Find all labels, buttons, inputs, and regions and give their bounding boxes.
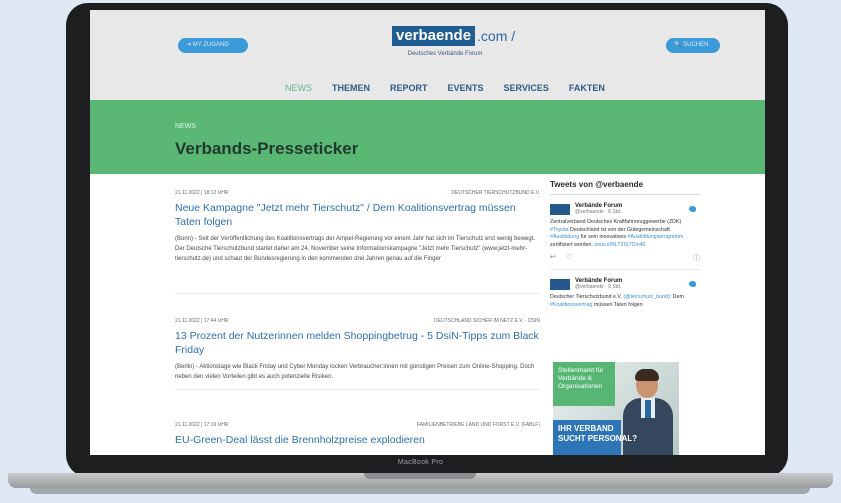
browser-screen: ⇥ MY ZUGANG verbaende .com / Deutsches V… — [90, 10, 765, 455]
tweet-hashtag-link[interactable]: #Toyota — [550, 227, 569, 233]
site-header: ⇥ MY ZUGANG verbaende .com / Deutsches V… — [90, 10, 765, 100]
tweet-text-part: Deutscher Tierschutzbund e.V. — [550, 294, 624, 301]
tweet[interactable]: Verbände Forum @verbaende · 8 Std. Zentr… — [550, 203, 700, 271]
device-model-label: MacBook Pro — [397, 459, 444, 466]
twitter-widget: Tweets von @verbaende Verbände Forum @ve… — [550, 180, 700, 386]
article-meta: 21.11.2022 | 17:44 UHR DEUTSCHLAND SICHE… — [175, 318, 540, 324]
nav-item-fakten[interactable]: FAKTEN — [569, 83, 605, 93]
ad-callout: IHR VERBAND SUCHT PERSONAL? — [558, 424, 637, 444]
ad-headline: Stellenmarkt für Verbände & Organisation… — [558, 367, 604, 390]
page-title: Verbands-Presseticker — [175, 139, 359, 158]
tweet-text-part: Dem — [671, 294, 684, 301]
logo-tld: .com / — [477, 28, 516, 44]
avatar[interactable] — [550, 278, 570, 290]
like-icon[interactable]: ♡ — [566, 253, 572, 263]
article-title[interactable]: EU-Green-Deal lässt die Brennholzpreise … — [175, 433, 540, 447]
tweet-header: Verbände Forum @verbaende · 9 Std. — [550, 278, 700, 290]
reply-icon[interactable]: ↩ — [550, 253, 556, 263]
article-source: DEUTSCHER TIERSCHUTZBUND E.V. — [451, 190, 540, 196]
article-source: DEUTSCHLAND SICHER IM NETZ E.V. - DSIN — [434, 318, 540, 324]
job-market-ad[interactable]: Stellenmarkt für Verbände & Organisation… — [553, 362, 679, 455]
logo-wordmark: verbaende — [392, 26, 476, 46]
article-card: 21.11.2022 | 17:19 UHR FAMILIENBETRIEBE … — [175, 422, 540, 455]
nav-item-events[interactable]: EVENTS — [448, 83, 484, 93]
nav-item-report[interactable]: REPORT — [390, 83, 428, 93]
article-card: 21.11.2022 | 18:12 UHR DEUTSCHER TIERSCH… — [175, 190, 540, 294]
laptop-notch — [364, 473, 476, 479]
tweet-author-handle: @verbaende · 9 Std. — [575, 284, 622, 291]
ad-callout-line: IHR VERBAND — [558, 424, 614, 433]
search-button[interactable]: 🔍 SUCHEN — [666, 38, 720, 53]
tweet[interactable]: Verbände Forum @verbaende · 9 Std. Deuts… — [550, 278, 700, 315]
article-teaser: (Bonn) - Seit der Veröffentlichung des K… — [175, 236, 536, 262]
tweet-text: Zentralverband Deutsches Kraftfahrzeugge… — [550, 219, 700, 249]
article-source: FAMILIENBETRIEBE LAND UND FORST E.V. (FA… — [416, 422, 540, 428]
article-meta: 21.11.2022 | 18:12 UHR DEUTSCHER TIERSCH… — [175, 190, 540, 196]
tweet-hashtag-link[interactable]: #Ausbildungsprogramm — [627, 234, 683, 240]
breadcrumb[interactable]: NEWS — [175, 123, 196, 130]
article-date: 21.11.2022 | 17:44 UHR — [175, 318, 229, 324]
main-nav: NEWS THEMEN REPORT EVENTS SERVICES FAKTE… — [285, 83, 605, 93]
article-meta: 21.11.2022 | 17:19 UHR FAMILIENBETRIEBE … — [175, 422, 540, 428]
avatar[interactable] — [550, 203, 570, 215]
laptop-shadow — [30, 488, 810, 494]
article-title[interactable]: 13 Prozent der Nutzerinnen melden Shoppi… — [175, 329, 540, 357]
twitter-bird-icon[interactable] — [689, 206, 696, 212]
site-tagline: Deutsches Verbände Forum — [407, 51, 483, 57]
tweet-text-part: für sein innovatives — [579, 234, 628, 241]
nav-item-news[interactable]: NEWS — [285, 83, 312, 93]
info-icon[interactable]: ⓘ — [693, 253, 700, 263]
tweet-hashtag-link[interactable]: #Ausbildung — [550, 234, 579, 240]
site-logo[interactable]: verbaende .com / — [392, 26, 515, 46]
page-banner: NEWS Verbands-Presseticker — [90, 100, 765, 174]
tweet-header: Verbände Forum @verbaende · 8 Std. — [550, 203, 700, 215]
article-date: 21.11.2022 | 18:12 UHR — [175, 190, 229, 196]
tweet-text: Deutscher Tierschutzbund e.V. (@tierschu… — [550, 294, 700, 309]
nav-item-themen[interactable]: THEMEN — [332, 83, 370, 93]
tweet-text-part: Deutschland ist von der Gütegemeinschaft — [568, 226, 670, 233]
tweet-author-handle: @verbaende · 8 Std. — [575, 209, 622, 215]
tweet-actions: ↩ ♡ ⓘ — [550, 253, 700, 263]
twitter-widget-heading[interactable]: Tweets von @verbaende — [550, 180, 700, 195]
tweet-text-part: müssen Taten folgen — [592, 301, 643, 308]
tweet-url-link[interactable]: zeus.it/BLT2IS7Cm40 — [594, 242, 645, 248]
article-date: 21.11.2022 | 17:19 UHR — [175, 422, 229, 428]
login-button[interactable]: ⇥ MY ZUGANG — [178, 38, 248, 53]
tweet-text-part: Zentralverband Deutsches Kraftfahrzeugge… — [550, 219, 682, 225]
article-card: 21.11.2022 | 17:44 UHR DEUTSCHLAND SICHE… — [175, 318, 540, 390]
article-title[interactable]: Neue Kampagne "Jetzt mehr Tierschutz" / … — [175, 201, 540, 229]
ad-callout-line: SUCHT PERSONAL? — [558, 434, 638, 443]
twitter-bird-icon[interactable] — [689, 281, 696, 288]
nav-item-services[interactable]: SERVICES — [504, 83, 549, 93]
tweet-mention-link[interactable]: (@tierschutz_bund): — [623, 294, 671, 300]
tweet-hashtag-link[interactable]: #Koalitionsvertrag — [550, 302, 592, 308]
article-teaser: (Berlin) - Aktionstage wie Black Friday … — [175, 364, 535, 380]
tweet-text-part: zertifiziert worden. — [550, 241, 595, 248]
